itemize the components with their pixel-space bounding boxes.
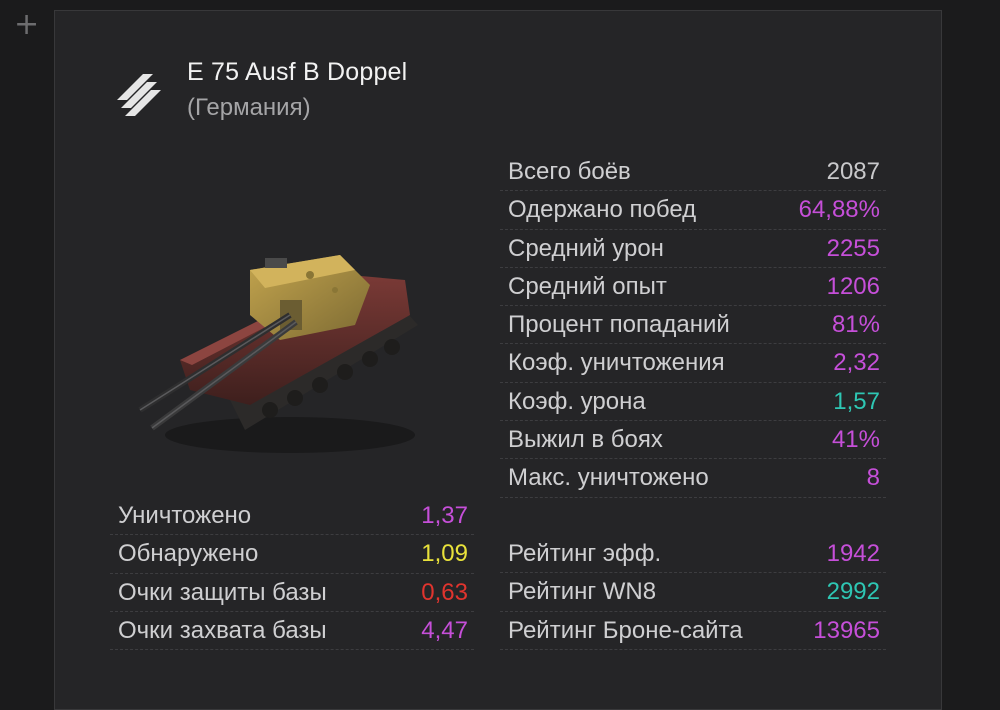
per-battle-stats-list: Уничтожено 1,37 Обнаружено 1,09 Очки защиты … — [110, 497, 474, 651]
main-stats-list: Всего боёв 2087 Одержано побед 64,88% Средни… — [500, 153, 886, 498]
main-stat-value: 41% — [831, 426, 880, 454]
main-stat-row: Макс. уничтожено 8 — [500, 459, 886, 498]
main-stat-label: Всего боёв — [508, 158, 631, 185]
rating-row: Рейтинг WN8 2992 — [500, 573, 886, 612]
main-stat-value: 8 — [866, 464, 880, 492]
per-battle-stat-row: Очки захвата базы 4,47 — [110, 612, 474, 651]
rating-label: Рейтинг эфф. — [508, 540, 662, 567]
per-battle-stat-label: Уничтожено — [118, 502, 252, 529]
main-stat-value: 2,32 — [833, 349, 880, 377]
per-battle-stat-label: Очки защиты базы — [118, 578, 327, 606]
per-battle-stat-value: 1,09 — [421, 540, 468, 568]
main-stat-value: 81% — [831, 311, 880, 339]
per-battle-stat-value: 0,63 — [421, 578, 468, 606]
main-stat-row: Средний опыт 1206 — [500, 268, 886, 307]
per-battle-stat-value: 4,47 — [421, 616, 468, 644]
main-stat-row: Коэф. урона 1,57 — [500, 383, 886, 422]
vehicle-nation: (Германия) — [187, 94, 311, 121]
rating-value: 1942 — [826, 540, 880, 567]
per-battle-stat-label: Очки захвата базы — [118, 616, 327, 644]
vehicle-name: E 75 Ausf B Doppel — [187, 58, 408, 86]
main-stat-label: Одержано побед — [508, 196, 697, 224]
rating-value: 2992 — [826, 578, 880, 606]
main-stat-label: Средний опыт — [508, 272, 667, 300]
rating-label: Рейтинг WN8 — [508, 578, 657, 606]
main-stat-row: Процент попаданий 81% — [500, 306, 886, 345]
main-stat-label: Макс. уничтожено — [508, 464, 709, 492]
main-stat-row: Одержано побед 64,88% — [500, 191, 886, 230]
main-stat-label: Процент попаданий — [508, 311, 730, 339]
per-battle-stat-row: Очки защиты базы 0,63 — [110, 574, 474, 612]
main-stat-value: 64,88% — [798, 196, 880, 224]
add-icon[interactable]: + — [14, 10, 39, 40]
tank-image — [138, 255, 418, 453]
chevron-stripes-icon — [117, 74, 161, 116]
main-stat-row: Средний урон 2255 — [500, 230, 886, 268]
main-stat-value: 1206 — [826, 272, 880, 300]
main-stat-value: 2255 — [826, 234, 880, 262]
main-stat-value: 2087 — [826, 158, 880, 185]
main-stat-label: Коэф. урона — [508, 387, 646, 415]
main-stat-row: Коэф. уничтожения 2,32 — [500, 344, 886, 383]
per-battle-stat-label: Обнаружено — [118, 540, 259, 568]
rating-label: Рейтинг Броне-сайта — [508, 616, 743, 644]
rating-value: 13965 — [813, 616, 880, 644]
per-battle-stat-value: 1,37 — [421, 502, 468, 529]
ratings-list: Рейтинг эфф. 1942 Рейтинг WN8 2992 Рейтинг Б… — [500, 535, 886, 650]
per-battle-stat-row: Обнаружено 1,09 — [110, 535, 474, 574]
main-stat-value: 1,57 — [833, 387, 880, 415]
main-stat-label: Средний урон — [508, 234, 664, 262]
per-battle-stat-row: Уничтожено 1,37 — [110, 497, 474, 536]
main-stat-row: Выжил в боях 41% — [500, 421, 886, 460]
main-stat-row: Всего боёв 2087 — [500, 153, 886, 192]
rating-row: Рейтинг эфф. 1942 — [500, 535, 886, 574]
rating-row: Рейтинг Броне-сайта 13965 — [500, 612, 886, 650]
main-stat-label: Коэф. уничтожения — [508, 349, 725, 377]
main-stat-label: Выжил в боях — [508, 426, 663, 454]
